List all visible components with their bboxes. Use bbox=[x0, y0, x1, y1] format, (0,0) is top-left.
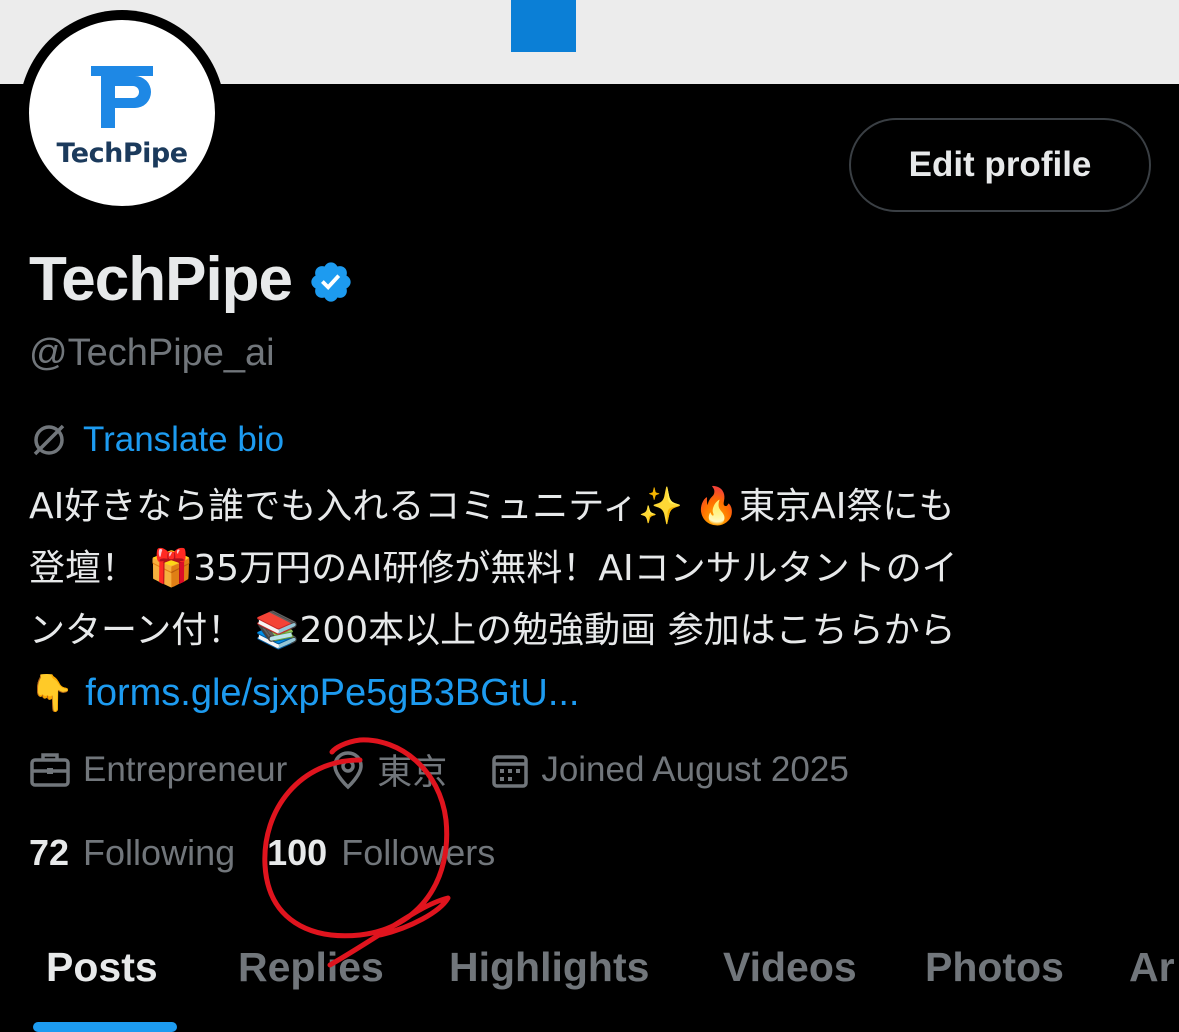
banner-graphic bbox=[511, 0, 576, 52]
location-item: 東京 bbox=[331, 744, 447, 795]
profile-meta: Entrepreneur 東京 Joined August 2025 bbox=[29, 744, 893, 795]
bio-line: 登壇！ 🎁35万円のAI研修が無料！AIコンサルタントのイ bbox=[29, 548, 958, 589]
tab-videos[interactable]: Videos bbox=[723, 944, 857, 991]
techpipe-logo-icon bbox=[91, 66, 153, 128]
profession-item: Entrepreneur bbox=[29, 750, 287, 790]
pointing-down-emoji: 👇 bbox=[29, 673, 74, 714]
calendar-icon bbox=[492, 754, 529, 788]
bio-line: ンターン付！ 📚200本以上の勉強動画 参加はこちらから bbox=[29, 610, 956, 651]
followers-label: Followers bbox=[341, 832, 496, 873]
translate-bio-link[interactable]: Translate bio bbox=[83, 420, 284, 460]
following-stat[interactable]: 72 Following bbox=[29, 832, 235, 874]
location-pin-icon bbox=[333, 750, 364, 789]
active-tab-indicator bbox=[33, 1022, 177, 1032]
translate-icon bbox=[33, 424, 65, 456]
avatar-logo: TechPipe bbox=[29, 20, 215, 206]
tab-highlights[interactable]: Highlights bbox=[449, 944, 649, 991]
followers-stat[interactable]: 100 Followers bbox=[267, 832, 495, 874]
briefcase-icon bbox=[30, 752, 70, 787]
profile-page: TechPipe Edit profile TechPipe @TechPipe… bbox=[0, 0, 1179, 1032]
bio-link[interactable]: forms.gle/sjxpPe5gB3BGtU... bbox=[85, 672, 579, 714]
follow-stats: 72 Following 100 Followers bbox=[29, 832, 527, 874]
profile-handle: @TechPipe_ai bbox=[29, 332, 275, 374]
verified-badge-icon[interactable] bbox=[308, 259, 354, 305]
joined-item: Joined August 2025 bbox=[491, 749, 849, 790]
bio-line: AI好きなら誰でも入れるコミュニティ✨ 🔥東京AI祭にも bbox=[29, 486, 955, 527]
profession-label: Entrepreneur bbox=[83, 749, 288, 789]
tab-replies[interactable]: Replies bbox=[238, 944, 384, 991]
display-name: TechPipe bbox=[29, 245, 293, 314]
following-label: Following bbox=[83, 832, 236, 873]
profile-bio: AI好きなら誰でも入れるコミュニティ✨ 🔥東京AI祭にも 登壇！ 🎁35万円のA… bbox=[29, 476, 1159, 725]
tab-articles[interactable]: Ar bbox=[1129, 944, 1175, 991]
name-row: TechPipe bbox=[29, 244, 354, 315]
tab-posts[interactable]: Posts bbox=[46, 944, 158, 991]
joined-label: Joined August 2025 bbox=[541, 749, 849, 789]
avatar[interactable]: TechPipe bbox=[19, 10, 225, 216]
edit-profile-button[interactable]: Edit profile bbox=[849, 118, 1151, 212]
tab-photos[interactable]: Photos bbox=[925, 944, 1064, 991]
bio-link-line: 👇 forms.gle/sjxpPe5gB3BGtU... bbox=[29, 662, 1159, 725]
profile-tabs: Posts Replies Highlights Videos Photos A… bbox=[0, 930, 1179, 1032]
following-count: 72 bbox=[29, 832, 70, 873]
translate-bio-row[interactable]: Translate bio bbox=[29, 420, 284, 460]
avatar-logo-text: TechPipe bbox=[56, 138, 188, 169]
location-label: 東京 bbox=[377, 753, 448, 792]
followers-count: 100 bbox=[267, 832, 328, 873]
